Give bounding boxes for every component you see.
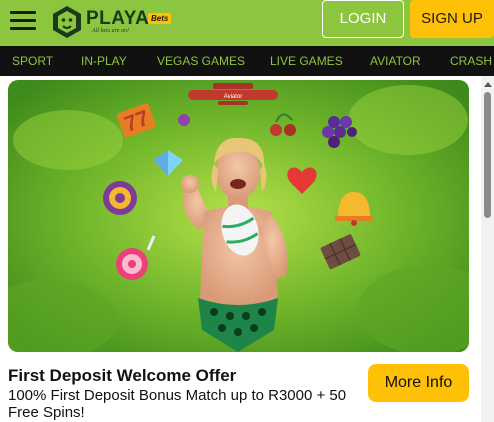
chip-icon — [103, 181, 137, 215]
scrollbar[interactable] — [481, 76, 494, 422]
nav-item-live-games[interactable]: LIVE GAMES — [270, 46, 343, 76]
orb-icon — [178, 114, 190, 126]
nav-item-aviator[interactable]: AVIATOR — [370, 46, 421, 76]
logo-text: PLAYA — [86, 8, 150, 29]
logo-badge: Bets — [148, 13, 172, 24]
offer-title: First Deposit Welcome Offer — [8, 366, 237, 385]
logo-tagline: All bets are on! — [92, 28, 129, 34]
nav-item-crash-games[interactable]: CRASH G — [450, 46, 494, 76]
signup-button[interactable]: SIGN UP — [410, 0, 494, 38]
sports-nav: SPORT IN-PLAY VEGAS GAMES LIVE GAMES AVI… — [0, 46, 494, 76]
lion-logo-icon — [53, 6, 81, 38]
more-info-button[interactable]: More Info — [368, 364, 469, 402]
login-button[interactable]: LOGIN — [322, 0, 404, 38]
nav-item-sport[interactable]: SPORT — [12, 46, 53, 76]
scrollbar-thumb[interactable] — [484, 92, 491, 218]
banner-illustration: Aviator 77 — [8, 80, 469, 352]
nav-item-vegas-games[interactable]: VEGAS GAMES — [157, 46, 245, 76]
promo-banner[interactable]: Aviator 77 — [8, 80, 469, 352]
menu-icon[interactable] — [10, 11, 36, 31]
offer-description: 100% First Deposit Bonus Match up to R30… — [8, 387, 347, 421]
header: PLAYA Bets All bets are on! LOGIN SIGN U… — [0, 0, 494, 46]
logo[interactable]: PLAYA Bets All bets are on! — [50, 5, 180, 39]
nav-item-in-play[interactable]: IN-PLAY — [81, 46, 127, 76]
plane-label: Aviator — [224, 94, 243, 100]
scroll-up-arrow-icon[interactable] — [484, 82, 492, 87]
